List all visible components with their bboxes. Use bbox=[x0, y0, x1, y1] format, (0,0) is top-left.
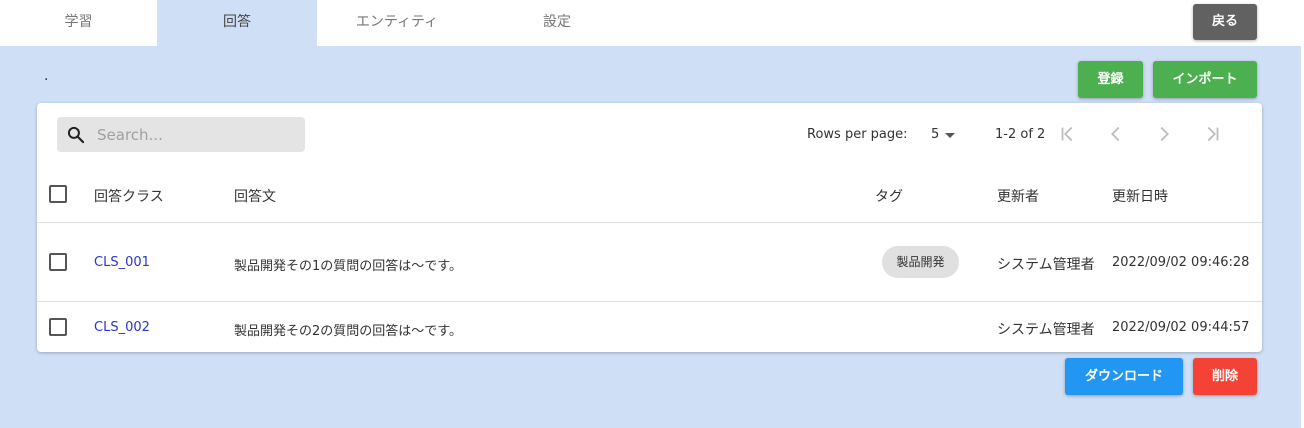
answer-table-card: Rows per page: 5 1-2 of 2 回答クラス 回答文 タグ 更… bbox=[37, 103, 1262, 352]
search-icon bbox=[67, 126, 85, 144]
tab-answer[interactable]: 回答 bbox=[157, 0, 317, 46]
delete-button[interactable]: 削除 bbox=[1193, 358, 1257, 395]
rows-per-page-label: Rows per page: bbox=[807, 127, 908, 142]
next-page-icon[interactable] bbox=[1153, 123, 1175, 145]
tag-chip: 製品開発 bbox=[882, 246, 959, 278]
header-answer-class[interactable]: 回答クラス bbox=[94, 186, 164, 206]
header-divider bbox=[37, 222, 1262, 223]
answer-class-link[interactable]: CLS_002 bbox=[94, 320, 150, 335]
updated-at: 2022/09/02 09:46:28 bbox=[1112, 255, 1250, 270]
tab-entity[interactable]: エンティティ bbox=[317, 0, 477, 46]
answer-class-link[interactable]: CLS_001 bbox=[94, 255, 150, 270]
header-updated-at[interactable]: 更新日時 bbox=[1112, 186, 1168, 206]
select-all-checkbox[interactable] bbox=[49, 185, 67, 203]
pagination-range: 1-2 of 2 bbox=[995, 127, 1046, 142]
header-tag[interactable]: タグ bbox=[875, 186, 903, 206]
updated-by: システム管理者 bbox=[997, 257, 1095, 273]
search-input[interactable] bbox=[97, 117, 297, 152]
row-divider bbox=[37, 301, 1262, 302]
caret-down-icon bbox=[945, 133, 955, 138]
tab-learning[interactable]: 学習 bbox=[0, 0, 157, 46]
tab-settings[interactable]: 設定 bbox=[477, 0, 637, 46]
first-page-icon[interactable] bbox=[1057, 123, 1079, 145]
download-button[interactable]: ダウンロード bbox=[1065, 358, 1183, 395]
row-checkbox[interactable] bbox=[49, 253, 67, 271]
updated-at: 2022/09/02 09:44:57 bbox=[1112, 320, 1250, 335]
prev-page-icon[interactable] bbox=[1105, 123, 1127, 145]
row-checkbox[interactable] bbox=[49, 318, 67, 336]
updated-by: システム管理者 bbox=[997, 322, 1095, 338]
header-answer-text[interactable]: 回答文 bbox=[234, 186, 276, 206]
answer-text: 製品開発その1の質問の回答は～です。 bbox=[234, 259, 462, 274]
answer-text: 製品開発その2の質問の回答は～です。 bbox=[234, 324, 462, 339]
back-button[interactable]: 戻る bbox=[1193, 4, 1257, 40]
last-page-icon[interactable] bbox=[1201, 123, 1223, 145]
rows-per-page-select[interactable]: 5 bbox=[931, 125, 961, 145]
header-updated-by[interactable]: 更新者 bbox=[997, 186, 1039, 206]
register-button[interactable]: 登録 bbox=[1078, 61, 1143, 98]
import-button[interactable]: インポート bbox=[1153, 61, 1257, 98]
rows-per-page-value: 5 bbox=[931, 127, 940, 142]
search-box bbox=[57, 117, 305, 152]
page-subtitle: . bbox=[44, 68, 49, 84]
top-navigation: 学習 回答 エンティティ 設定 戻る bbox=[0, 0, 1304, 46]
